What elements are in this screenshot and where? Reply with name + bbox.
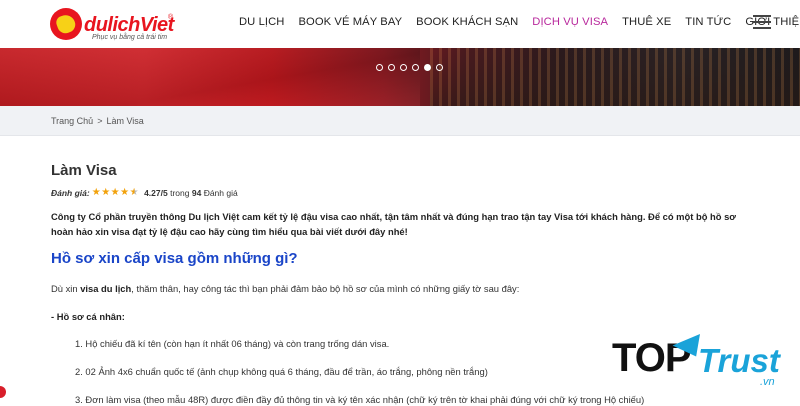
nav-item-book-ve-may-bay[interactable]: BOOK VÉ MÁY BAY (298, 16, 402, 28)
star-half-icon[interactable]: ★ (130, 188, 139, 198)
list-item: 3. Đơn làm visa (theo mẫu 48R) được điền… (75, 394, 645, 405)
star-icon[interactable]: ★ (111, 188, 120, 198)
logo-registered: ® (168, 14, 174, 21)
para-bold-link[interactable]: visa du lịch (80, 283, 131, 294)
breadcrumb-bar: Trang Chủ > Làm Visa (0, 106, 800, 136)
slider-dot-active[interactable] (424, 64, 431, 71)
slider-dot[interactable] (376, 64, 383, 71)
breadcrumb-home-link[interactable]: Trang Chủ (51, 116, 93, 126)
breadcrumb-separator: > (97, 116, 103, 126)
slider-dot[interactable] (388, 64, 395, 71)
para-after: , thăm thân, hay công tác thì bạn phải đ… (131, 283, 520, 294)
slider-dot[interactable] (400, 64, 407, 71)
watermark-trust: Trust (698, 342, 780, 379)
slider-dots (376, 64, 443, 71)
page-title: Làm Visa (51, 162, 117, 179)
rating-middle: trong (170, 188, 190, 198)
nav-item-book-khach-san[interactable]: BOOK KHÁCH SẠN (416, 16, 518, 28)
list-item: 1. Hộ chiếu đã kí tên (còn hạn ít nhất 0… (75, 338, 390, 349)
nav-item-dich-vu-visa[interactable]: DỊCH VỤ VISA (532, 16, 608, 28)
toptrust-watermark: TOP Trust .vn (612, 325, 792, 392)
rating-score: 4.27/5 (144, 188, 168, 198)
site-header: dulichViet ® Phục vụ bằng cả trái tim DU… (0, 0, 800, 48)
star-icon[interactable]: ★ (120, 188, 129, 198)
breadcrumb-current: Làm Visa (106, 116, 144, 126)
chat-bubble-icon[interactable] (0, 386, 6, 398)
slider-dot[interactable] (412, 64, 419, 71)
rating-stars[interactable]: ★ ★ ★ ★ ★ (92, 188, 139, 198)
rating-label: Đánh giá: (51, 188, 90, 198)
banner-flag-image (0, 48, 420, 106)
body-paragraph: Dù xin visa du lịch, thăm thân, hay công… (51, 283, 519, 294)
star-icon[interactable]: ★ (92, 188, 101, 198)
intro-paragraph: Công ty Cổ phần truyền thông Du lịch Việ… (51, 211, 736, 237)
logo-tagline: Phục vụ bằng cả trái tim (92, 34, 168, 41)
rating-count: 94 (191, 188, 202, 198)
star-icon[interactable]: ★ (101, 188, 110, 198)
subhead: - Hồ sơ cá nhân: (51, 311, 125, 322)
rating-suffix: Đánh giá (203, 188, 238, 198)
para-before: Dù xin (51, 283, 81, 294)
banner-city-image (430, 48, 800, 106)
list-item: 2. 02 Ảnh 4x6 chuẩn quốc tế (ảnh chụp kh… (75, 366, 488, 377)
nav-item-du-lich[interactable]: DU LỊCH (239, 16, 284, 28)
breadcrumb: Trang Chủ > Làm Visa (51, 116, 144, 126)
main-nav: DU LỊCH BOOK VÉ MÁY BAY BOOK KHÁCH SẠN D… (239, 16, 800, 28)
watermark-vn: .vn (760, 376, 775, 388)
hamburger-menu-icon[interactable] (753, 15, 771, 29)
slider-dot[interactable] (436, 64, 443, 71)
logo-mark-icon (50, 8, 82, 40)
section-heading: Hồ sơ xin cấp visa gồm những gì? (51, 250, 298, 267)
hero-banner (0, 48, 800, 106)
nav-item-thue-xe[interactable]: THUÊ XE (622, 16, 671, 28)
rating-row: Đánh giá: ★ ★ ★ ★ ★ 4.27/5 trong 94 Đánh… (51, 188, 238, 199)
nav-item-tin-tuc[interactable]: TIN TỨC (685, 16, 731, 28)
site-logo[interactable]: dulichViet ® Phục vụ bằng cả trái tim (50, 6, 175, 42)
